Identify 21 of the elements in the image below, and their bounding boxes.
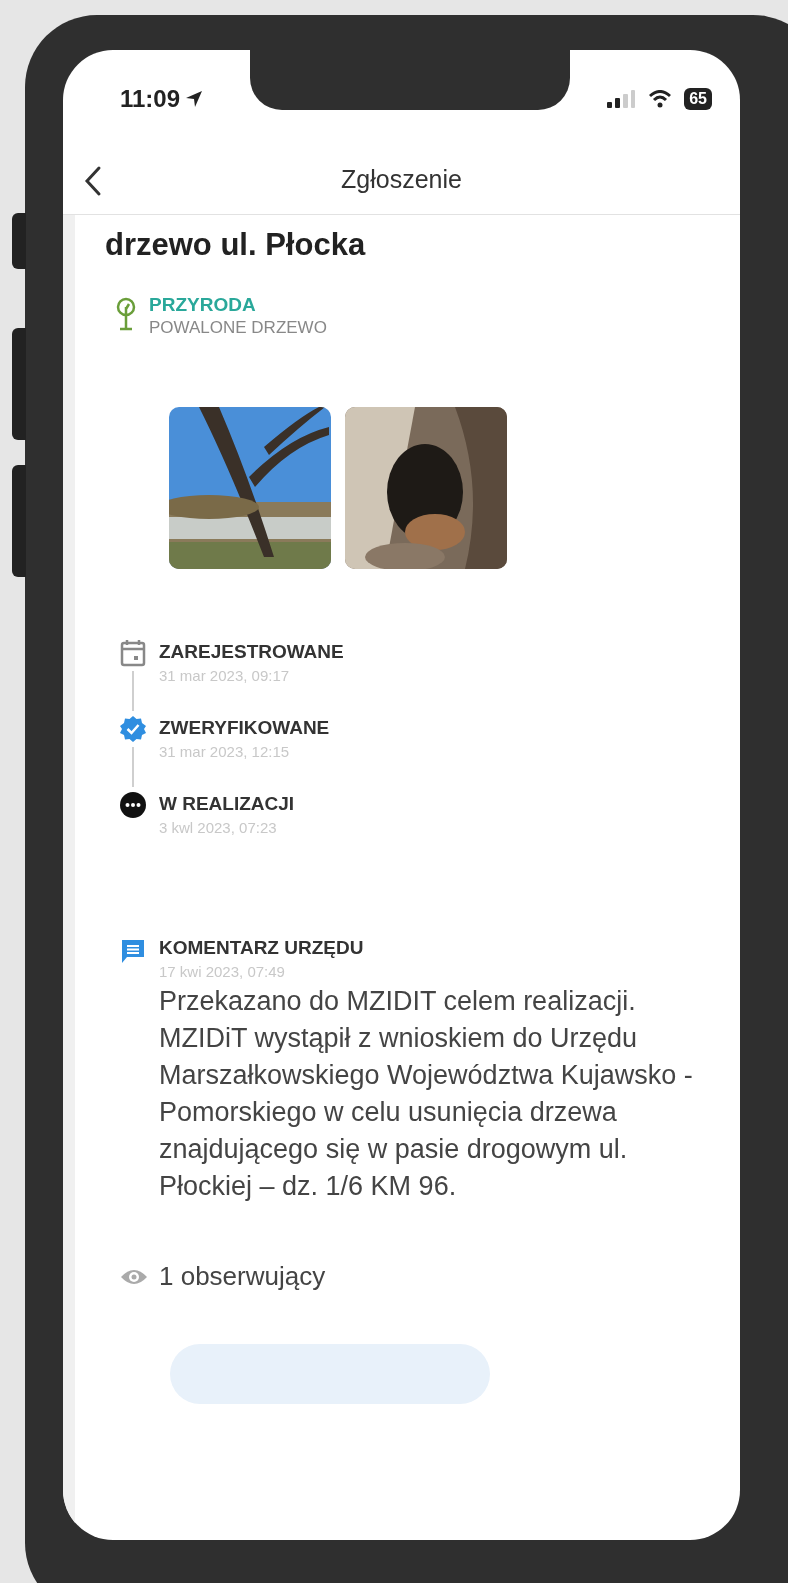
- wifi-icon: [648, 89, 673, 108]
- subcategory-label: POWALONE DRZEWO: [149, 317, 327, 339]
- signal-icon: [606, 89, 637, 108]
- status-time: 11:09: [120, 83, 181, 114]
- status-label: ZAREJESTROWANE: [159, 640, 344, 664]
- battery-level: 65: [684, 87, 712, 110]
- category-label: PRZYRODA: [149, 293, 257, 317]
- screen-title: Zgłoszenie: [341, 163, 462, 195]
- status-label: ZWERYFIKOWANE: [159, 716, 330, 740]
- calendar-icon: [120, 639, 146, 667]
- location-arrow-icon: [184, 88, 205, 109]
- status-label: W REALIZACJI: [159, 792, 295, 816]
- comment-icon: [119, 937, 147, 965]
- followers-count: 1 obserwujący: [159, 1260, 326, 1293]
- tree-icon: [115, 297, 137, 331]
- comment-text: Przekazano do MZIDIT celem realizacji. MZIDiT wystąpił z wnioskiem do Urzędu Marszałkowskiego Województwa Kujawsko - Pomorskiego w celu usunięcia drzewa znajdującego się w pasie drogowym ul. Płockiej – dz. 1/6 KM 96.: [159, 985, 694, 1203]
- back-icon: [84, 165, 102, 197]
- report-title: drzewo ul. Płocka: [105, 226, 367, 264]
- verified-badge-icon: [119, 715, 147, 743]
- more-dots-icon: [119, 791, 147, 819]
- comment-label: KOMENTARZ URZĘDU: [159, 936, 365, 960]
